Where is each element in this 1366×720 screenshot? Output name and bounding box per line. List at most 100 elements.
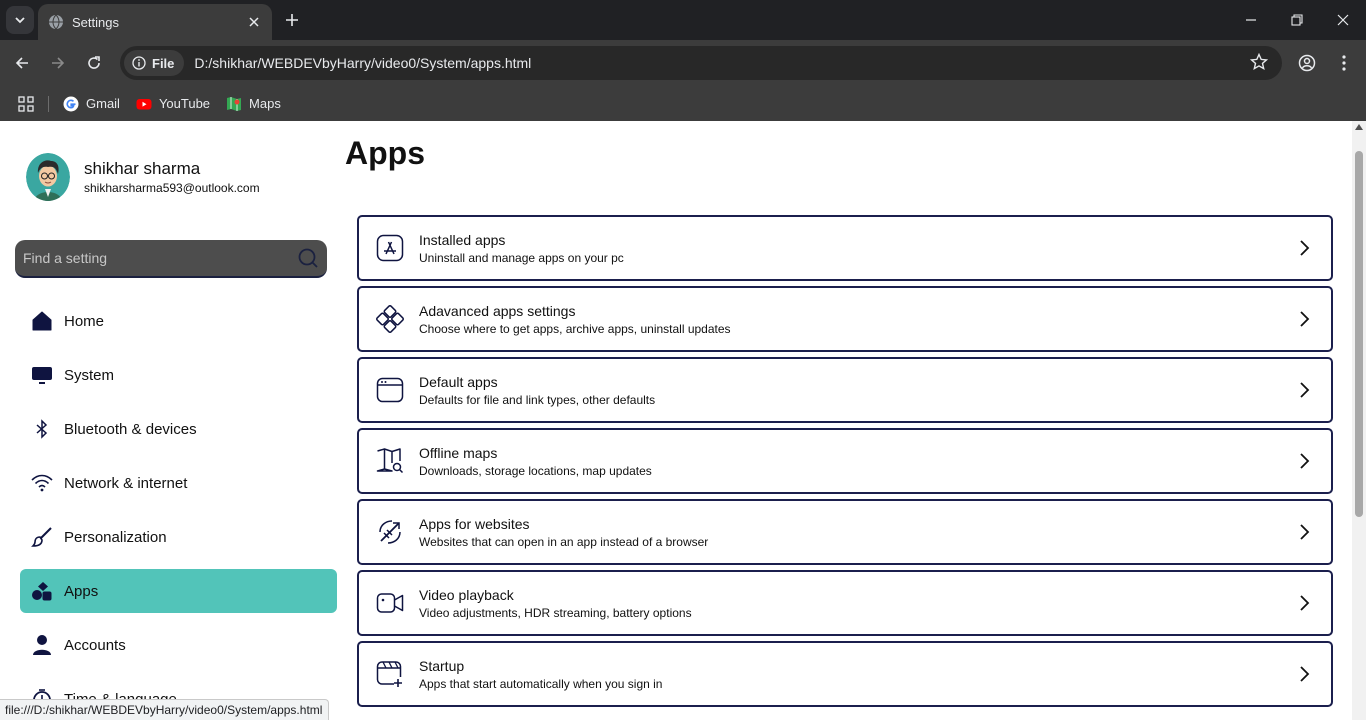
brush-icon — [30, 525, 54, 549]
sidebar-item-network[interactable]: Network & internet — [20, 461, 337, 505]
sidebar-item-system[interactable]: System — [20, 353, 337, 397]
url-text[interactable]: D:/shikhar/WEBDEVbyHarry/video0/System/a… — [194, 55, 531, 71]
restore-icon — [1291, 14, 1303, 26]
minimize-button[interactable] — [1228, 0, 1274, 40]
chevron-right-icon — [1297, 523, 1311, 541]
settings-card-list: Installed apps Uninstall and manage apps… — [357, 215, 1333, 712]
profile-email: shikharsharma593@outlook.com — [84, 181, 260, 195]
arrow-right-icon — [52, 57, 65, 69]
sidebar-item-bluetooth[interactable]: Bluetooth & devices — [20, 407, 337, 451]
card-title: Adavanced apps settings — [419, 302, 576, 319]
youtube-icon — [136, 96, 152, 112]
search-icon[interactable] — [297, 247, 319, 269]
sidebar-item-personalization[interactable]: Personalization — [20, 515, 337, 559]
profile-name: shikhar sharma — [84, 159, 201, 178]
globe-icon — [48, 14, 64, 30]
card-default-apps[interactable]: Default apps Defaults for file and link … — [357, 357, 1333, 423]
bookmark-maps[interactable]: Maps — [226, 96, 281, 112]
user-profile[interactable]: shikhar sharma shikharsharma593@outlook.… — [26, 153, 260, 201]
browser-toolbar: File D:/shikhar/WEBDEVbyHarry/video0/Sys… — [0, 40, 1366, 86]
sidebar-item-accounts[interactable]: Accounts — [20, 623, 337, 667]
bookmarks-bar: Gmail YouTube Maps — [0, 86, 1366, 121]
new-tab-button[interactable] — [280, 8, 304, 32]
card-title: Video playback — [419, 586, 514, 603]
restore-button[interactable] — [1274, 0, 1320, 40]
card-title: Installed apps — [419, 231, 506, 248]
map-search-icon — [375, 446, 405, 476]
card-description: Choose where to get apps, archive apps, … — [419, 321, 731, 336]
site-info-label: File — [152, 55, 175, 71]
browser-chrome: Settings File D:/shikhar/WEBDEVbyHarry/v… — [0, 0, 1366, 121]
avatar — [26, 153, 70, 201]
bookmarks-divider — [48, 95, 49, 112]
apps-grid-icon[interactable] — [18, 95, 34, 112]
arrow-left-icon — [15, 57, 28, 69]
profile-text: shikhar sharma shikharsharma593@outlook.… — [84, 159, 260, 195]
scroll-up-arrow-icon[interactable] — [1355, 124, 1363, 130]
card-description: Websites that can open in an app instead… — [419, 534, 709, 549]
reload-button[interactable] — [80, 49, 108, 77]
window-icon — [375, 375, 405, 405]
bookmark-youtube[interactable]: YouTube — [136, 96, 210, 112]
app-store-icon — [375, 233, 405, 263]
card-description: Downloads, storage locations, map update… — [419, 463, 652, 478]
card-offline-maps[interactable]: Offline maps Downloads, storage location… — [357, 428, 1333, 494]
search-input[interactable] — [23, 250, 297, 266]
card-advanced-apps-settings[interactable]: Adavanced apps settings Choose where to … — [357, 286, 1333, 352]
tab-settings[interactable]: Settings — [38, 4, 272, 40]
more-vertical-icon — [1342, 55, 1346, 71]
advanced-apps-icon — [375, 304, 405, 334]
home-icon — [30, 309, 54, 333]
page-scrollbar[interactable] — [1352, 121, 1366, 720]
sidebar-item-label: Apps — [64, 582, 99, 600]
profile-button[interactable] — [1293, 49, 1321, 77]
website-app-icon — [375, 517, 405, 547]
address-bar[interactable]: File D:/shikhar/WEBDEVbyHarry/video0/Sys… — [120, 46, 1282, 80]
chevron-right-icon — [1297, 381, 1311, 399]
card-apps-for-websites[interactable]: Apps for websites Websites that can open… — [357, 499, 1333, 565]
video-icon — [375, 588, 405, 618]
card-text: Video playback Video adjustments, HDR st… — [419, 587, 1297, 620]
startup-icon — [375, 659, 405, 689]
chevron-right-icon — [1297, 452, 1311, 470]
card-video-playback[interactable]: Video playback Video adjustments, HDR st… — [357, 570, 1333, 636]
card-title: Startup — [419, 657, 465, 674]
settings-search-box[interactable] — [15, 240, 327, 278]
chevron-right-icon — [1297, 310, 1311, 328]
card-text: Installed apps Uninstall and manage apps… — [419, 232, 1297, 265]
card-description: Uninstall and manage apps on your pc — [419, 250, 624, 265]
maps-icon — [226, 96, 242, 112]
card-startup[interactable]: Startup Apps that start automatically wh… — [357, 641, 1333, 707]
apps-icon — [30, 579, 54, 603]
minimize-icon — [1246, 19, 1256, 21]
scrollbar-thumb[interactable] — [1355, 151, 1363, 517]
chevron-down-icon — [15, 17, 25, 24]
browser-menu-button[interactable] — [1330, 49, 1358, 77]
wifi-icon — [30, 471, 54, 495]
bluetooth-icon — [30, 417, 54, 441]
chevron-right-icon — [1297, 594, 1311, 612]
tab-search-button[interactable] — [6, 6, 34, 34]
close-tab-icon[interactable] — [246, 14, 262, 30]
close-icon — [1337, 14, 1349, 26]
page-title: Apps — [345, 135, 425, 171]
sidebar-item-label: Accounts — [64, 636, 126, 654]
card-title: Offline maps — [419, 444, 498, 461]
sidebar-item-label: System — [64, 366, 115, 384]
sidebar-item-home[interactable]: Home — [20, 299, 337, 343]
bookmark-gmail[interactable]: Gmail — [63, 96, 120, 112]
back-button[interactable] — [8, 49, 36, 77]
settings-page: shikhar sharma shikharsharma593@outlook.… — [0, 121, 1352, 720]
site-info-chip[interactable]: File — [124, 50, 185, 76]
sidebar-item-label: Bluetooth & devices — [64, 420, 197, 438]
card-text: Offline maps Downloads, storage location… — [419, 445, 1297, 478]
bookmark-star-icon[interactable] — [1250, 53, 1270, 73]
card-installed-apps[interactable]: Installed apps Uninstall and manage apps… — [357, 215, 1333, 281]
tab-strip: Settings — [0, 0, 1366, 40]
close-window-button[interactable] — [1320, 0, 1366, 40]
sidebar-item-label: Network & internet — [64, 474, 188, 492]
sidebar-item-apps[interactable]: Apps — [20, 569, 337, 613]
tab-title: Settings — [72, 14, 119, 30]
forward-button[interactable] — [44, 49, 72, 77]
card-description: Video adjustments, HDR streaming, batter… — [419, 605, 692, 620]
